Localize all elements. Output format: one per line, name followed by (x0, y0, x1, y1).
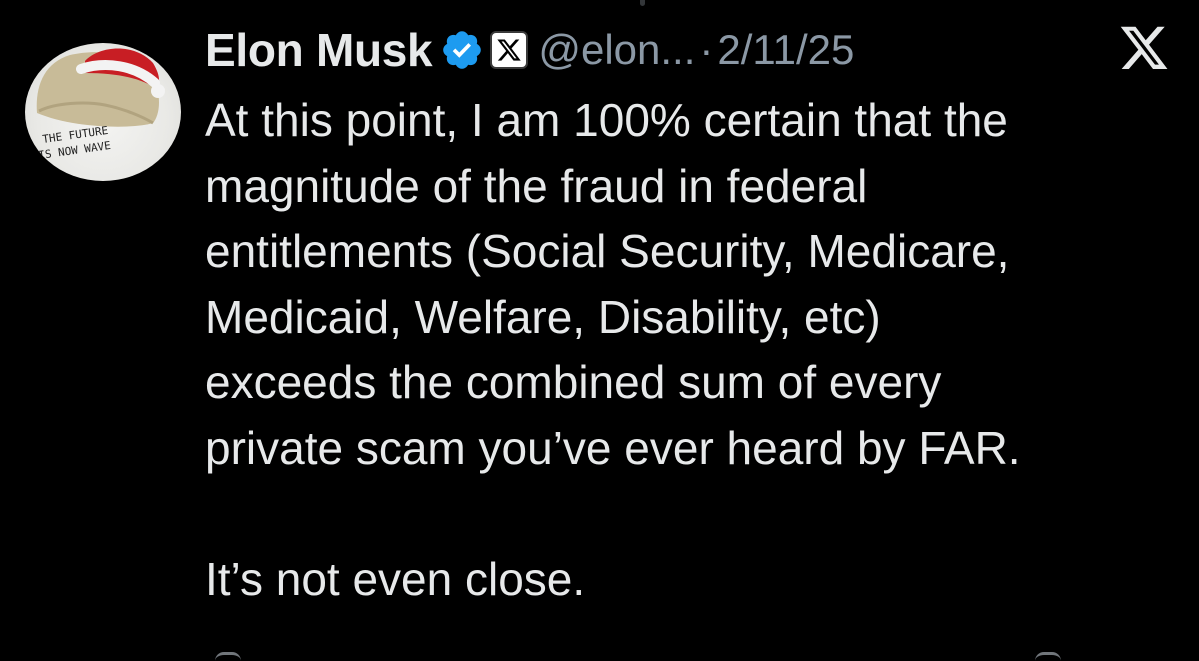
action-bar-partial (0, 652, 1199, 661)
x-logo-icon[interactable] (1118, 26, 1170, 74)
author-display-name[interactable]: Elon Musk (205, 23, 433, 77)
tweet-line-2: magnitude of the fraud in federal (205, 159, 868, 212)
reply-icon[interactable] (215, 652, 241, 661)
share-icon[interactable] (1035, 652, 1061, 661)
tweet-line-1: At this point, I am 100% certain that th… (205, 94, 1008, 146)
tweet-text: At this point, I am 100% certain that th… (205, 88, 1185, 612)
tweet-line-5: exceeds the combined sum of every (205, 356, 942, 408)
meta-separator: · (699, 26, 714, 73)
tweet-card[interactable]: THE FUTURE IS NOW WAVE Elon Musk @elon..… (0, 0, 1199, 661)
verified-badge-icon[interactable] (440, 28, 484, 72)
tweet-line-3: entitlements (Social Security, Medicare, (205, 225, 1010, 277)
avatar-image: THE FUTURE IS NOW WAVE (36, 48, 165, 162)
tweet-line-4: Medicaid, Welfare, Disability, etc) (205, 290, 881, 343)
author-handle[interactable]: @elon... (538, 26, 695, 74)
x-affiliate-badge-icon[interactable] (490, 31, 529, 69)
avatar[interactable]: THE FUTURE IS NOW WAVE (25, 43, 181, 181)
tweet-line-6: private scam you’ve ever heard by FAR. (205, 421, 1021, 474)
tweet-date[interactable]: 2/11/25 (717, 26, 854, 74)
tweet-header: Elon Musk @elon... · 2/11/25 (205, 22, 854, 78)
thread-connector-line (640, 0, 645, 6)
tweet-line-8: It’s not even close. (205, 552, 586, 605)
